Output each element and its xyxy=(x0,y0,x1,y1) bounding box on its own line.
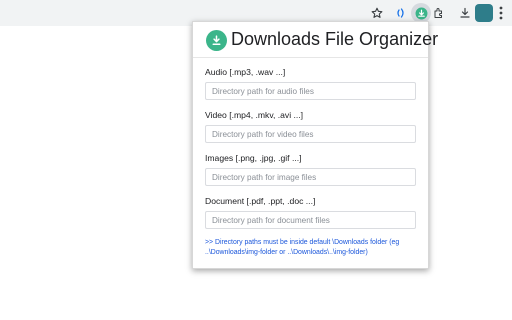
video-label: Video [.mp4, .mkv, .avi ...] xyxy=(205,110,304,120)
audio-label: Audio [.mp3, .wav ...] xyxy=(205,67,286,77)
audio-path-input[interactable] xyxy=(205,82,416,100)
popup-title: Downloads File Organizer xyxy=(231,29,439,49)
star-icon[interactable] xyxy=(368,4,386,22)
downloads-icon[interactable] xyxy=(456,4,474,22)
video-path-input[interactable] xyxy=(205,125,416,143)
more-menu-icon[interactable] xyxy=(492,4,510,22)
extension-popup: Downloads File Organizer Audio [.mp3, .w… xyxy=(192,21,438,269)
images-path-input[interactable] xyxy=(205,168,416,186)
images-label: Images [.png, .jpg, .gif ...] xyxy=(205,153,302,163)
extension-blue-icon[interactable] xyxy=(392,4,410,22)
document-label: Document [.pdf, .ppt, .doc ...] xyxy=(205,196,316,206)
popup-header: Downloads File Organizer xyxy=(193,22,438,58)
document-path-input[interactable] xyxy=(205,211,416,229)
directory-note: >> Directory paths must be inside defaul… xyxy=(205,239,400,256)
extensions-puzzle-icon[interactable] xyxy=(430,4,448,22)
download-circle-icon xyxy=(206,30,227,51)
downloads-organizer-extension-icon[interactable] xyxy=(411,3,431,23)
profile-avatar[interactable] xyxy=(475,4,493,22)
